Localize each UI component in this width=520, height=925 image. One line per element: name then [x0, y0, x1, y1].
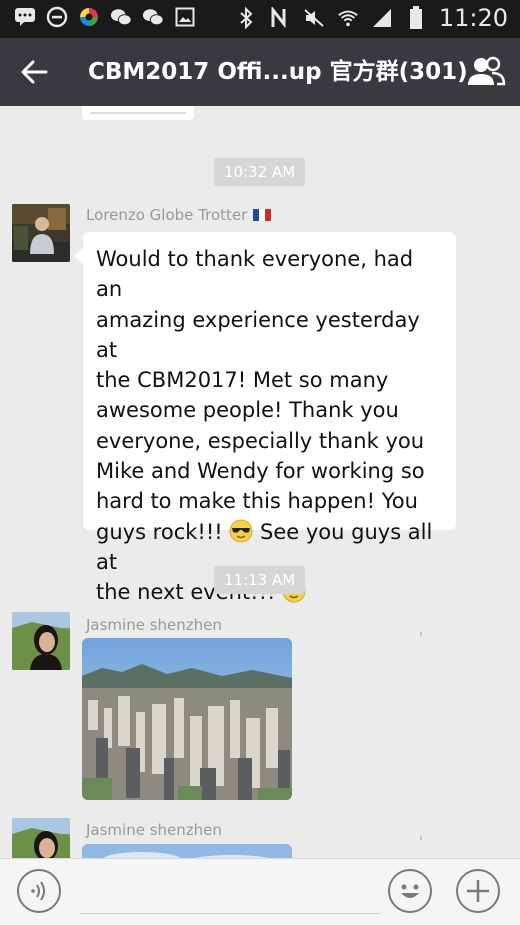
avatar[interactable] [12, 204, 70, 262]
timestamp-badge: 11:13 AM [214, 566, 306, 594]
wechat-icon [110, 6, 132, 28]
france-flag-icon [253, 207, 272, 221]
voice-input-icon[interactable] [17, 869, 61, 913]
scroll-marker [420, 632, 422, 636]
cool-emoji-icon [229, 519, 253, 543]
message-icon [14, 6, 36, 28]
emoji-icon[interactable] [388, 869, 432, 913]
city-skyline-photo[interactable] [82, 638, 292, 800]
message-line: everyone, especially thank you [96, 428, 425, 453]
input-bar [0, 858, 520, 925]
mute-icon [303, 7, 325, 29]
message-line: the CBM2017! Met so many [96, 368, 389, 393]
sender-name: Lorenzo Globe Trotter [86, 206, 272, 224]
status-bar: 11:20 [0, 0, 520, 38]
message-line: awesome people! Thank you [96, 398, 399, 423]
avatar[interactable] [12, 612, 70, 670]
app-color-icon [78, 6, 100, 28]
clock-time: 11:20 [438, 4, 508, 32]
message-input[interactable] [80, 913, 380, 914]
wifi-icon [337, 7, 359, 29]
image-icon [174, 6, 196, 28]
message-bubble[interactable]: Would to thank everyone, had an amazing … [74, 232, 456, 604]
scroll-marker [420, 836, 422, 840]
chat-title: CBM2017 Offi...up 官方群(301) [88, 59, 468, 85]
nfc-icon [269, 7, 291, 29]
message-line: Mike and Wendy for working so [96, 459, 425, 484]
bluetooth-icon [235, 7, 257, 29]
block-icon [46, 6, 68, 28]
message-line: hard to make this happen! You [96, 489, 418, 514]
sender-name: Jasmine shenzhen [86, 821, 222, 839]
add-more-icon[interactable] [456, 869, 500, 913]
previous-message-card[interactable] [82, 106, 194, 120]
avatar[interactable] [12, 818, 70, 858]
message-line: amazing experience yesterday at [96, 307, 420, 362]
battery-icon [405, 6, 427, 29]
signal-icon [371, 7, 393, 29]
back-arrow-icon[interactable] [18, 56, 50, 88]
group-members-icon[interactable] [466, 55, 506, 89]
message-line: Would to thank everyone, had an [96, 247, 414, 302]
chat-message-list[interactable]: 10:32 AM Lorenzo Globe Trotter Would to … [0, 106, 520, 858]
timestamp-badge: 10:32 AM [214, 158, 306, 186]
wechat-icon-2 [142, 6, 164, 28]
sky-photo[interactable] [82, 844, 292, 858]
sender-name: Jasmine shenzhen [86, 616, 222, 634]
chat-header: CBM2017 Offi...up 官方群(301) [0, 38, 520, 106]
